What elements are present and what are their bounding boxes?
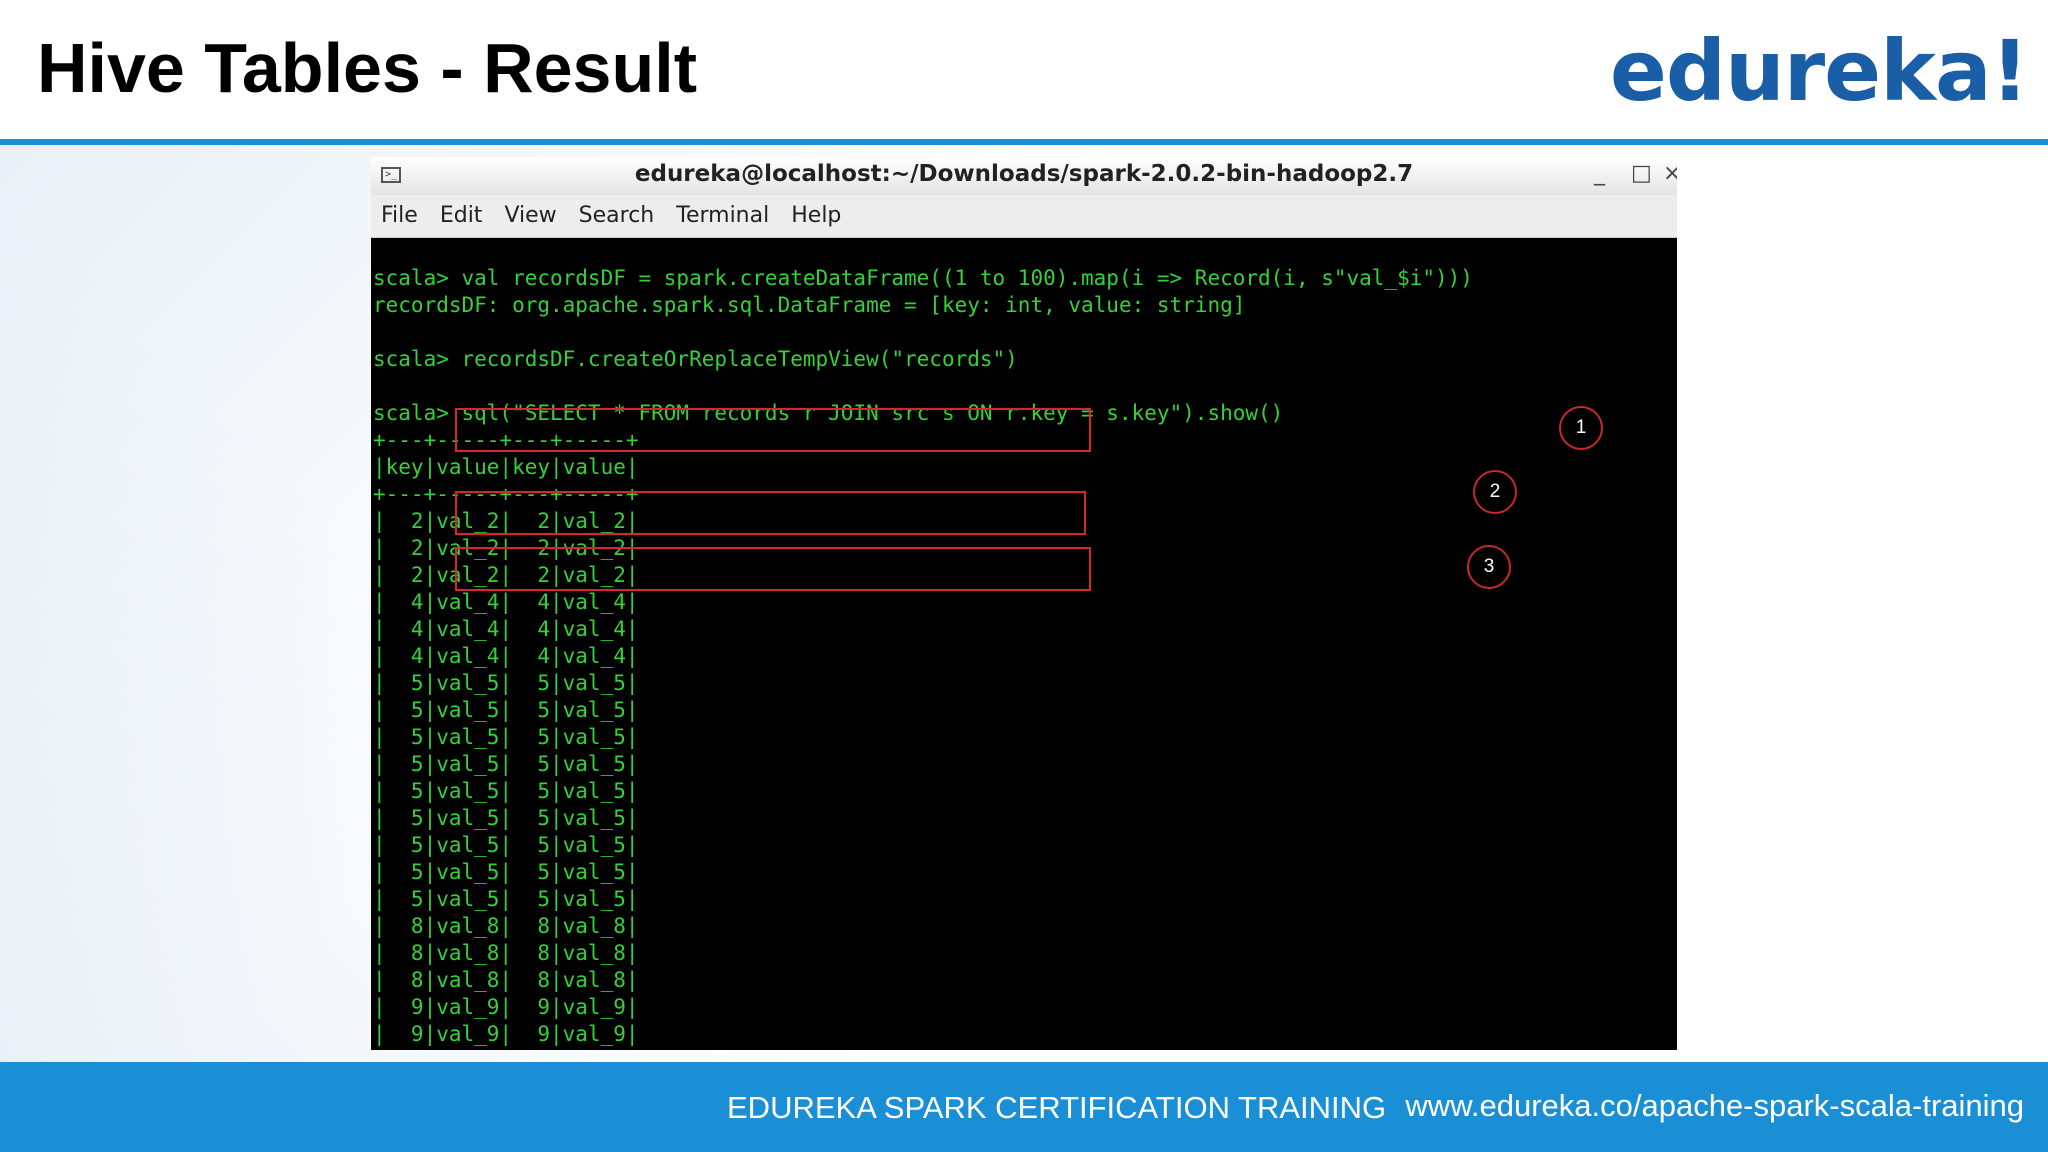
terminal-line: scala> val recordsDF = spark.createDataF… bbox=[373, 266, 1473, 290]
terminal-line: | 8|val_8| 8|val_8| bbox=[373, 941, 639, 965]
terminal-line: | 5|val_5| 5|val_5| bbox=[373, 752, 639, 776]
terminal-line: | 4|val_4| 4|val_4| bbox=[373, 590, 639, 614]
terminal-line: | 9|val_9| 9|val_9| bbox=[373, 1022, 639, 1046]
terminal-line: recordsDF: org.apache.spark.sql.DataFram… bbox=[373, 293, 1246, 317]
terminal-line: | 5|val_5| 5|val_5| bbox=[373, 725, 639, 749]
slide-title: Hive Tables - Result bbox=[37, 29, 698, 107]
window-title: edureka@localhost:~/Downloads/spark-2.0.… bbox=[634, 161, 1414, 187]
terminal-line: | 5|val_5| 5|val_5| bbox=[373, 671, 639, 695]
menu-edit[interactable]: Edit bbox=[440, 195, 483, 237]
menu-file[interactable]: File bbox=[381, 195, 418, 237]
terminal-line: | 5|val_5| 5|val_5| bbox=[373, 860, 639, 884]
window-titlebar[interactable]: >_ edureka@localhost:~/Downloads/spark-2… bbox=[371, 157, 1677, 195]
maximize-icon[interactable]: □ bbox=[1631, 161, 1652, 186]
menu-view[interactable]: View bbox=[504, 195, 556, 237]
highlight-box-command-2 bbox=[455, 491, 1086, 535]
terminal-line: | 5|val_5| 5|val_5| bbox=[373, 833, 639, 857]
terminal-line: |key|value|key|value| bbox=[373, 455, 639, 479]
footer-bar: EDUREKA SPARK CERTIFICATION TRAINING www… bbox=[0, 1062, 2048, 1152]
highlight-box-command-3 bbox=[455, 547, 1091, 591]
terminal-line: scala> recordsDF.createOrReplaceTempView… bbox=[373, 347, 1018, 371]
terminal-line: | 9|val_9| 9|val_9| bbox=[373, 995, 639, 1019]
callout-badge-1: 1 bbox=[1559, 406, 1603, 450]
edureka-logo: edureka! bbox=[1609, 22, 2029, 120]
terminal-line: | 5|val_5| 5|val_5| bbox=[373, 806, 639, 830]
minimize-icon[interactable]: _ bbox=[1594, 161, 1605, 186]
terminal-line: | 5|val_5| 5|val_5| bbox=[373, 887, 639, 911]
footer-course-name: EDUREKA SPARK CERTIFICATION TRAINING bbox=[727, 1090, 1387, 1125]
callout-badge-2: 2 bbox=[1473, 470, 1517, 514]
menu-bar: File Edit View Search Terminal Help bbox=[371, 195, 1677, 238]
title-divider bbox=[0, 139, 2048, 145]
callout-badge-3: 3 bbox=[1467, 545, 1511, 589]
terminal-window: >_ edureka@localhost:~/Downloads/spark-2… bbox=[371, 157, 1677, 1050]
menu-help[interactable]: Help bbox=[791, 195, 841, 237]
terminal-line: | 4|val_4| 4|val_4| bbox=[373, 644, 639, 668]
terminal-line: | 5|val_5| 5|val_5| bbox=[373, 698, 639, 722]
terminal-line: | 4|val_4| 4|val_4| bbox=[373, 617, 639, 641]
terminal-output[interactable]: scala> val recordsDF = spark.createDataF… bbox=[371, 238, 1677, 1050]
terminal-line: | 5|val_5| 5|val_5| bbox=[373, 779, 639, 803]
close-icon[interactable]: × bbox=[1663, 161, 1677, 186]
menu-search[interactable]: Search bbox=[579, 195, 655, 237]
highlight-box-command-1 bbox=[455, 408, 1091, 452]
menu-terminal[interactable]: Terminal bbox=[676, 195, 769, 237]
terminal-line: | 8|val_8| 8|val_8| bbox=[373, 968, 639, 992]
terminal-line: | 8|val_8| 8|val_8| bbox=[373, 914, 639, 938]
footer-url: www.edureka.co/apache-spark-scala-traini… bbox=[1405, 1088, 2024, 1123]
